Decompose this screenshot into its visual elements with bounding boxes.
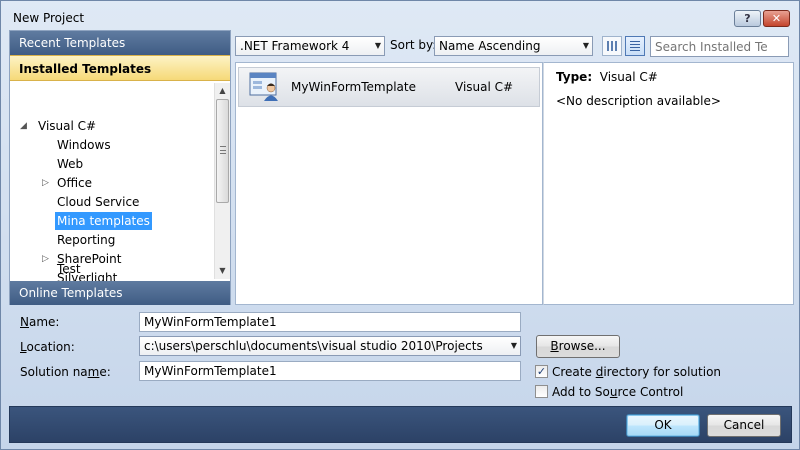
template-list: MyWinFormTemplate Visual C# — [235, 62, 543, 305]
solution-name-input[interactable] — [139, 361, 521, 381]
scroll-up-icon[interactable]: ▲ — [215, 83, 230, 99]
list-view-icon — [630, 41, 640, 51]
add-source-control-checkbox[interactable] — [535, 385, 548, 398]
solution-name-label: Solution name: — [20, 365, 111, 379]
installed-templates-header[interactable]: Installed Templates — [10, 55, 230, 81]
template-name: MyWinFormTemplate — [291, 80, 416, 94]
checkmark-icon: ✓ — [536, 365, 547, 378]
help-button[interactable]: ? — [734, 10, 761, 27]
framework-value: .NET Framework 4 — [240, 39, 350, 53]
winform-template-icon — [249, 72, 278, 101]
sort-value: Name Ascending — [439, 39, 541, 53]
create-directory-label[interactable]: Create directory for solution — [552, 365, 721, 379]
window-title: New Project — [13, 11, 85, 25]
location-value: c:\users\perschlu\documents\visual studi… — [144, 339, 483, 353]
location-dropdown[interactable]: c:\users\perschlu\documents\visual studi… — [139, 336, 521, 356]
type-value: Visual C# — [599, 70, 658, 84]
scroll-thumb[interactable] — [216, 99, 229, 203]
create-dir-post: irectory for solution — [603, 365, 722, 379]
tree-item-reporting[interactable]: Reporting — [55, 231, 117, 249]
recent-templates-header[interactable]: Recent Templates — [10, 31, 230, 55]
name-label: Name: — [20, 315, 59, 329]
create-dir-pre: Create — [552, 365, 596, 379]
expand-arrow-icon[interactable]: ▷ — [42, 250, 49, 268]
dropdown-arrow-icon: ▼ — [510, 341, 517, 350]
template-category-panel: Recent Templates Installed Templates ◢ V… — [9, 30, 231, 305]
location-label: Location: — [20, 340, 75, 354]
collapse-arrow-icon[interactable]: ◢ — [20, 117, 27, 135]
template-row[interactable]: MyWinFormTemplate Visual C# — [238, 67, 540, 107]
help-icon: ? — [744, 12, 751, 25]
close-button[interactable]: ✕ — [763, 10, 790, 27]
search-box — [650, 36, 789, 57]
search-input[interactable] — [655, 38, 767, 55]
sort-dropdown[interactable]: Name Ascending ▼ — [434, 36, 593, 56]
browse-button[interactable]: Browse... — [536, 335, 620, 358]
template-description-panel: Type: Visual C# <No description availabl… — [543, 62, 794, 305]
browse-label-accel: B — [550, 339, 559, 353]
close-icon: ✕ — [771, 12, 782, 25]
add-source-control-label[interactable]: Add to Source Control — [552, 385, 683, 399]
sort-by-label: Sort by: — [390, 38, 437, 52]
dropdown-arrow-icon: ▼ — [582, 41, 589, 50]
new-project-dialog: New Project ? ✕ Recent Templates Install… — [0, 0, 800, 450]
tree-scrollbar[interactable]: ▲ ▼ — [214, 83, 230, 279]
source-control-pre: Add to So — [552, 385, 610, 399]
template-tree: ◢ Visual C# Windows Web ▷ Office Cloud S… — [10, 83, 214, 285]
tree-item-test[interactable]: Test — [55, 260, 83, 278]
tree-item-windows[interactable]: Windows — [55, 136, 113, 154]
solution-label-accel: m — [87, 365, 100, 379]
grid-view-icon — [607, 41, 617, 51]
tree-item-web[interactable]: Web — [55, 155, 85, 173]
tree-item-visual-csharp[interactable]: Visual C# — [36, 117, 98, 135]
ok-button[interactable]: OK — [626, 414, 700, 437]
description-type: Type: Visual C# — [556, 70, 658, 84]
browse-label-text: rowse... — [558, 339, 606, 353]
tree-item-cloud-service[interactable]: Cloud Service — [55, 193, 141, 211]
solution-label-post: e: — [99, 365, 111, 379]
online-templates-header[interactable]: Online Templates — [10, 281, 230, 305]
expand-arrow-icon[interactable]: ▷ — [42, 174, 49, 192]
framework-dropdown[interactable]: .NET Framework 4 ▼ — [235, 36, 385, 56]
name-input[interactable] — [139, 312, 521, 332]
description-text: <No description available> — [556, 94, 721, 108]
tree-item-mina-templates[interactable]: Mina templates — [55, 212, 152, 230]
cancel-button[interactable]: Cancel — [707, 414, 781, 437]
name-label-text: ame: — [28, 315, 60, 329]
grip-icon — [220, 146, 226, 154]
source-control-post: rce Control — [617, 385, 684, 399]
dropdown-arrow-icon: ▼ — [374, 41, 381, 50]
tree-item-office[interactable]: Office — [55, 174, 94, 192]
title-bar: New Project ? ✕ — [1, 1, 799, 29]
name-label-accel: N — [20, 315, 29, 329]
scroll-down-icon[interactable]: ▼ — [215, 263, 230, 279]
template-language: Visual C# — [455, 80, 514, 94]
solution-label-pre: Solution na — [20, 365, 88, 379]
medium-icons-view-button[interactable] — [602, 36, 622, 56]
details-view-button[interactable] — [625, 36, 645, 56]
create-directory-checkbox[interactable]: ✓ — [535, 365, 548, 378]
type-label: Type: — [556, 70, 593, 84]
location-label-text: ocation: — [26, 340, 75, 354]
